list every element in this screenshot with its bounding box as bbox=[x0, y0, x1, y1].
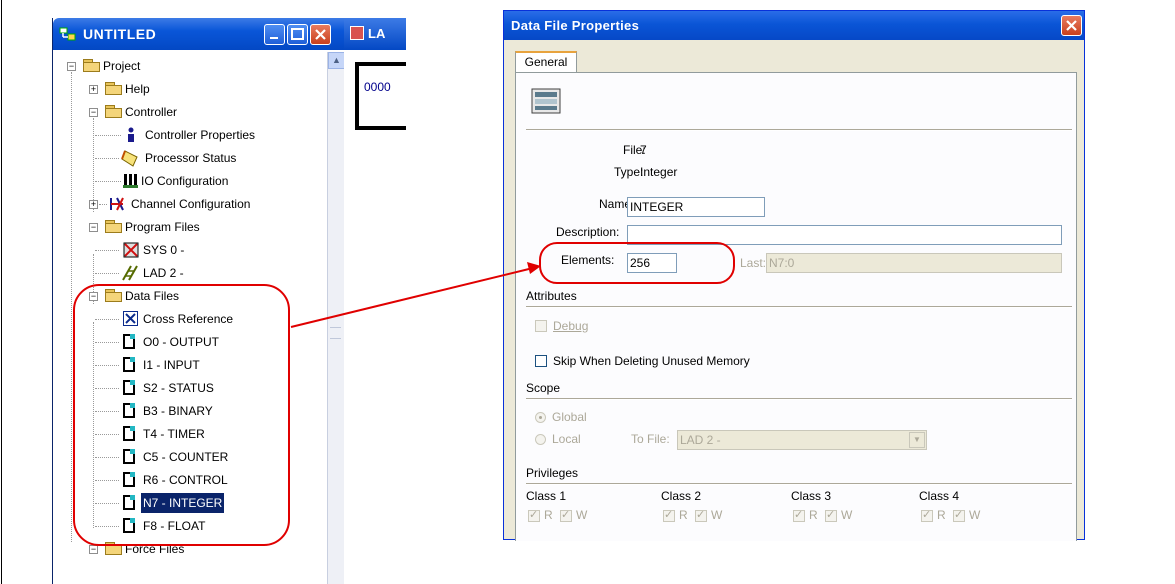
annotation-arrow bbox=[290, 262, 541, 328]
